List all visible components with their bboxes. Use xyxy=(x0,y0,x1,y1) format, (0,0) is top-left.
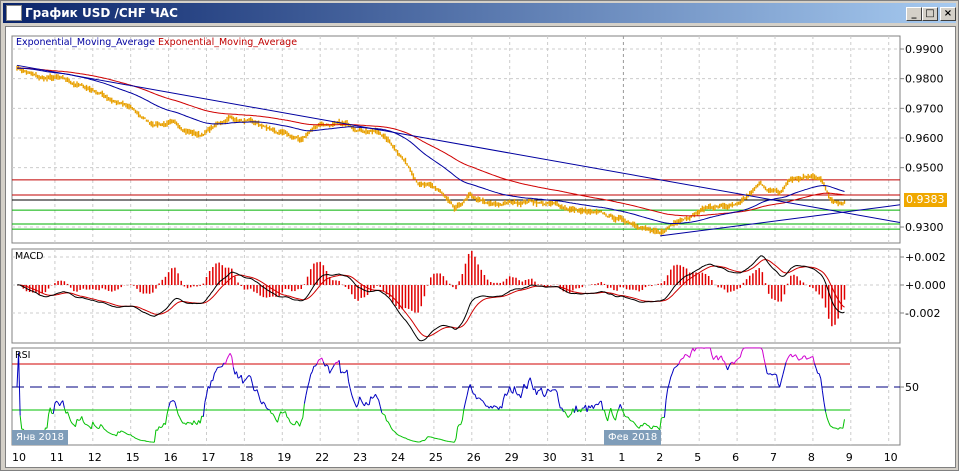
rsi-segment xyxy=(702,347,705,349)
current-price-tag: 0.9383 xyxy=(904,193,947,207)
rsi-segment xyxy=(771,373,774,376)
rsi-segment xyxy=(421,440,424,442)
macd-label: MACD xyxy=(15,251,44,262)
x-tick-label: 1 xyxy=(618,451,625,464)
rsi-segment xyxy=(398,435,401,437)
x-tick-label: 7 xyxy=(770,451,777,464)
x-tick-label: 30 xyxy=(543,451,557,464)
x-tick-label: 5 xyxy=(694,451,701,464)
x-tick-label: 16 xyxy=(164,451,178,464)
rsi-segment xyxy=(282,412,285,414)
rsi-segment xyxy=(410,439,412,442)
rsi-segment xyxy=(807,357,810,359)
x-tick-label: 9 xyxy=(846,451,853,464)
x-tick-label: 6 xyxy=(732,451,739,464)
rsi-segment xyxy=(703,347,706,349)
macd-tick-label: +0.000 xyxy=(905,279,946,292)
indicator-legend: Exponential_Moving_Average Exponential_M… xyxy=(16,37,297,48)
rsi-segment xyxy=(743,347,746,350)
x-tick-label: 10 xyxy=(884,451,898,464)
x-tick-label: 26 xyxy=(467,451,481,464)
price-tick-label: 0.9300 xyxy=(905,221,944,234)
legend-ema-blue[interactable]: Exponential_Moving_Average xyxy=(16,37,155,48)
rsi-label: RSI xyxy=(15,350,31,361)
rsi-segment xyxy=(441,439,444,441)
chart-canvas[interactable]: 10 11 12 15 16 17 18 19 22 23 24 25 26 29 30 31 1 2 5 6 7 8 9 1… xyxy=(0,0,959,471)
rsi-segment xyxy=(237,376,240,379)
macd-tick-label: -0.002 xyxy=(905,307,940,320)
rsi-segment xyxy=(138,439,141,441)
rsi-segment xyxy=(402,436,405,439)
rsi-segment xyxy=(419,440,422,443)
x-tick-label: 29 xyxy=(505,451,519,464)
x-tick-label: 8 xyxy=(808,451,815,464)
rsi-segment xyxy=(121,430,124,433)
x-tick-label: 18 xyxy=(239,451,253,464)
panel-main xyxy=(11,35,901,244)
panel-rsi xyxy=(11,347,901,446)
rsi-segment xyxy=(343,371,346,374)
rsi-segment xyxy=(653,425,656,428)
rsi-segment xyxy=(135,437,138,440)
rsi-segment xyxy=(774,373,777,376)
rsi-segment xyxy=(136,438,139,440)
month-tag-feb: Фев 2018 xyxy=(604,430,662,445)
rsi-segment xyxy=(132,435,135,438)
x-tick-label: 23 xyxy=(353,451,367,464)
rsi-segment xyxy=(383,413,386,416)
rsi-segment xyxy=(108,432,111,434)
rsi-segment xyxy=(800,358,803,360)
rsi-segment xyxy=(122,431,125,433)
rsi-segment xyxy=(646,424,649,427)
x-tick-label: 22 xyxy=(315,451,329,464)
macd-tick-label: +0.002 xyxy=(905,251,946,264)
rsi-segment xyxy=(318,358,321,361)
x-tick-label: 2 xyxy=(656,451,663,464)
x-tick-label: 10 xyxy=(12,451,26,464)
rsi-segment xyxy=(432,436,435,439)
rsi-segment xyxy=(806,358,809,360)
price-tick-label: 0.9700 xyxy=(905,102,944,115)
month-tag-jan: Янв 2018 xyxy=(12,430,69,445)
x-tick-label: 11 xyxy=(50,451,64,464)
rsi-segment xyxy=(144,440,147,442)
rsi-segment xyxy=(493,405,496,407)
x-tick-label: 15 xyxy=(126,451,140,464)
x-tick-label: 12 xyxy=(88,451,102,464)
rsi-segment xyxy=(440,438,442,441)
price-tick-label: 0.9600 xyxy=(905,132,944,145)
x-tick-label: 17 xyxy=(202,451,216,464)
rsi-segment xyxy=(661,416,664,419)
price-tick-label: 0.9900 xyxy=(905,43,944,56)
legend-ema-red[interactable]: Exponential_Moving_Average xyxy=(158,37,297,48)
price-tick-label: 0.9500 xyxy=(905,162,944,175)
x-tick-label: 31 xyxy=(581,451,595,464)
rsi-tick-label: 50 xyxy=(905,381,919,394)
price-tick-label: 0.9800 xyxy=(905,73,944,86)
rsi-segment xyxy=(187,421,190,424)
rsi-segment xyxy=(408,439,411,441)
x-tick-label: 25 xyxy=(429,451,443,464)
rsi-segment xyxy=(624,415,627,418)
rsi-segment xyxy=(681,357,684,360)
rsi-segment xyxy=(84,423,87,426)
rsi-segment xyxy=(400,435,403,438)
rsi-segment xyxy=(406,438,409,441)
rsi-segment xyxy=(602,409,605,411)
x-tick-label: 24 xyxy=(391,451,405,464)
rsi-segment xyxy=(220,365,223,368)
x-tick-label: 19 xyxy=(277,451,291,464)
